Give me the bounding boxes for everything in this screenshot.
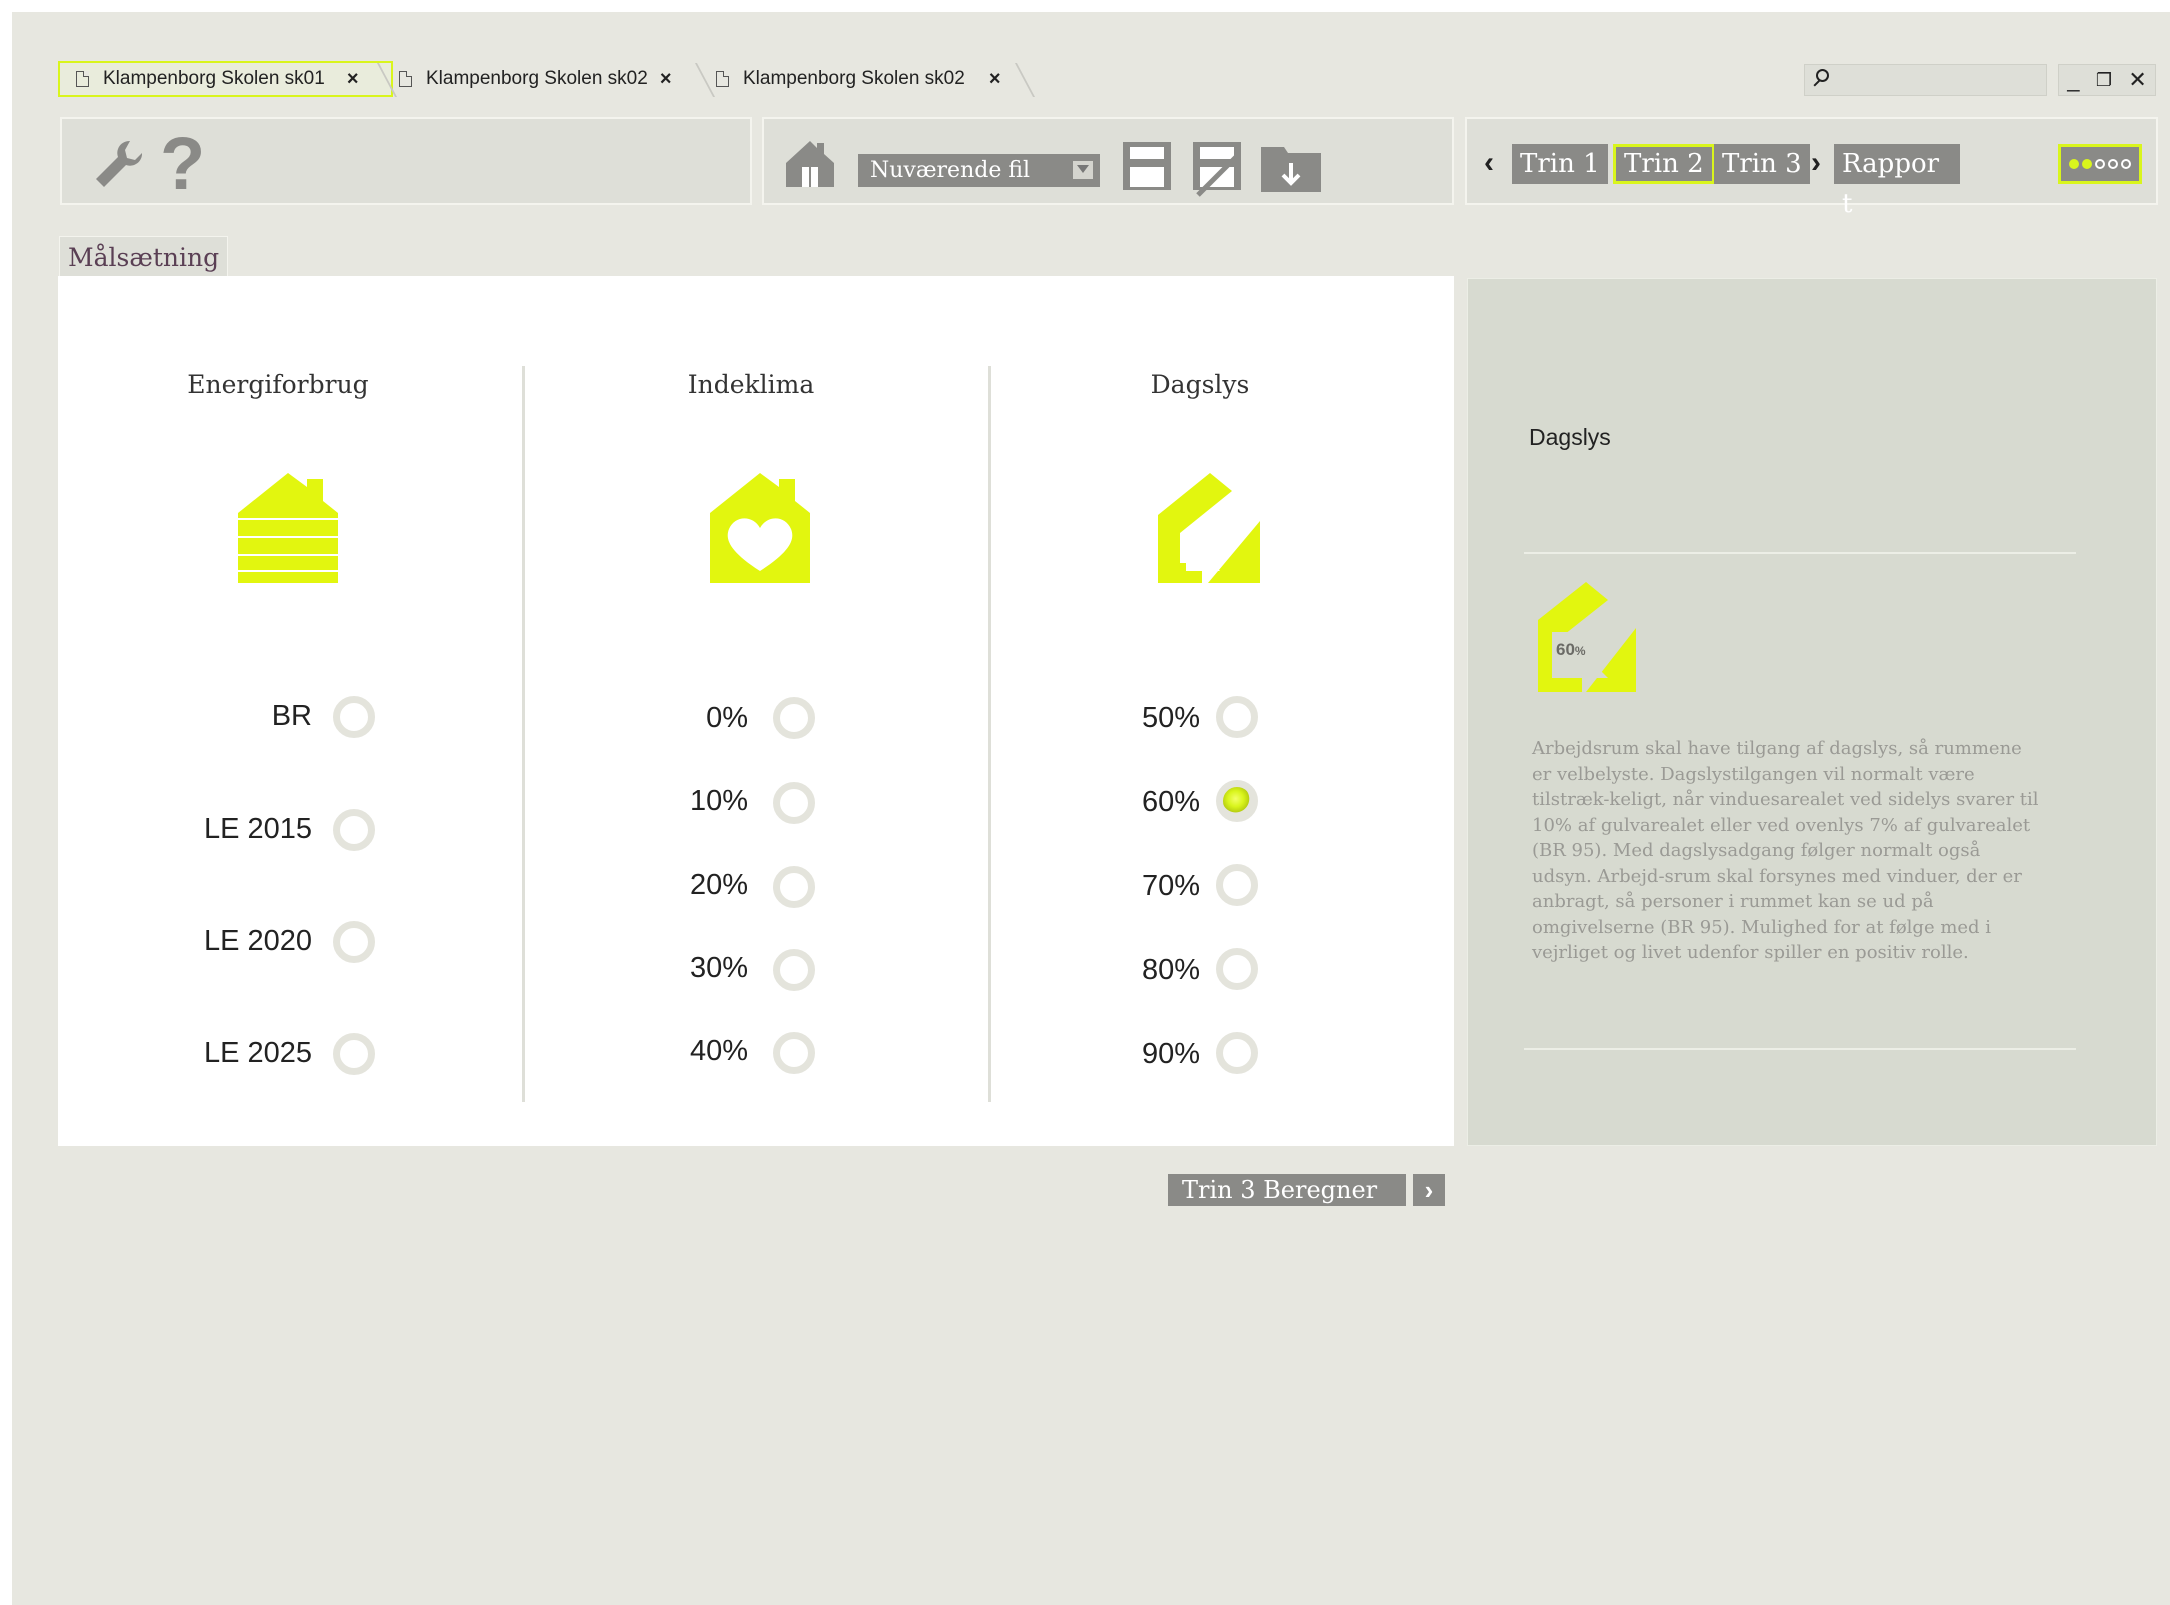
tab-label: Klampenborg Skolen sk02 xyxy=(426,68,648,89)
option-label: 20% xyxy=(689,869,748,901)
house-daylight-icon xyxy=(1538,582,1636,692)
info-side-panel xyxy=(1467,278,2157,1146)
side-panel-title: Dagslys xyxy=(1529,424,1611,450)
option-label: LE 2015 xyxy=(203,813,312,845)
radio-indoor-0[interactable] xyxy=(773,697,815,739)
tab-label: Klampenborg Skolen sk02 xyxy=(743,68,965,89)
radio-energy-br[interactable] xyxy=(333,696,375,738)
house-daylight-icon xyxy=(1158,473,1260,583)
open-folder-icon[interactable] xyxy=(1260,141,1322,193)
progress-dots-button[interactable] xyxy=(2058,144,2142,184)
option-label: BR xyxy=(271,700,312,732)
radio-indoor-40[interactable] xyxy=(773,1032,815,1074)
option-label: 10% xyxy=(689,785,748,817)
option-label: 50% xyxy=(1141,702,1200,734)
document-icon xyxy=(716,71,729,87)
tab-file-2[interactable]: Klampenborg Skolen sk02 × xyxy=(383,61,703,97)
column-divider xyxy=(522,366,525,1102)
option-label: 60% xyxy=(1141,786,1200,818)
radio-daylight-50[interactable] xyxy=(1216,696,1258,738)
chevron-left-icon[interactable]: ‹ xyxy=(1484,146,1494,180)
option-label: LE 2020 xyxy=(203,925,312,957)
radio-energy-le2015[interactable] xyxy=(333,809,375,851)
close-icon[interactable]: × xyxy=(347,68,359,91)
radio-indoor-30[interactable] xyxy=(773,949,815,991)
radio-daylight-80[interactable] xyxy=(1216,948,1258,990)
column-title-indoor: Indeklima xyxy=(687,370,815,399)
house-heart-icon xyxy=(710,473,810,583)
chevron-right-icon[interactable]: › xyxy=(1811,146,1821,180)
step-trin-3[interactable]: Trin 3 xyxy=(1714,144,1810,184)
divider xyxy=(1524,1048,2076,1050)
divider xyxy=(1524,552,2076,554)
option-label: LE 2025 xyxy=(203,1037,312,1069)
column-title-energy: Energiforbrug xyxy=(187,370,369,399)
step3-calculator-button[interactable]: Trin 3 Beregner xyxy=(1168,1174,1406,1206)
minimize-button[interactable]: _ xyxy=(2067,67,2079,93)
search-icon xyxy=(1816,69,1829,82)
close-icon[interactable]: × xyxy=(989,68,1001,91)
chevron-down-icon xyxy=(1072,160,1094,180)
radio-daylight-60[interactable] xyxy=(1216,780,1258,822)
file-select[interactable]: Nuværende fil xyxy=(858,154,1100,187)
tab-file-3[interactable]: Klampenborg Skolen sk02 × xyxy=(700,61,1020,97)
column-divider xyxy=(988,366,991,1102)
percent-badge: 60% xyxy=(1556,640,1586,660)
section-label: Målsætning xyxy=(59,236,229,278)
step-rapport[interactable]: Rappor t xyxy=(1834,144,1960,219)
column-title-daylight: Dagslys xyxy=(1150,370,1250,399)
radio-daylight-90[interactable] xyxy=(1216,1032,1258,1074)
radio-energy-le2020[interactable] xyxy=(333,921,375,963)
option-label: 90% xyxy=(1141,1038,1200,1070)
close-window-button[interactable]: ✕ xyxy=(2128,67,2146,93)
search-input[interactable] xyxy=(1804,64,2047,96)
tab-label: Klampenborg Skolen sk01 xyxy=(103,68,325,89)
chevron-right-icon[interactable]: › xyxy=(1413,1174,1445,1206)
side-panel-description: Arbejdsrum skal have tilgang af dagslys,… xyxy=(1532,738,2039,963)
home-icon[interactable] xyxy=(784,139,836,189)
tab-file-1[interactable]: Klampenborg Skolen sk01 × xyxy=(58,61,393,97)
option-label: 80% xyxy=(1141,954,1200,986)
option-label: 0% xyxy=(706,702,748,734)
radio-energy-le2025[interactable] xyxy=(333,1033,375,1075)
percent-unit: % xyxy=(1574,644,1586,658)
window-controls: _ ❐ ✕ xyxy=(2058,64,2156,96)
save-as-icon[interactable] xyxy=(1192,141,1242,197)
option-label: 40% xyxy=(689,1035,748,1067)
restore-button[interactable]: ❐ xyxy=(2096,70,2112,91)
save-icon[interactable] xyxy=(1122,141,1172,191)
radio-indoor-20[interactable] xyxy=(773,866,815,908)
house-layers-icon xyxy=(237,473,339,583)
radio-daylight-70[interactable] xyxy=(1216,864,1258,906)
radio-indoor-10[interactable] xyxy=(773,782,815,824)
close-icon[interactable]: × xyxy=(660,68,672,91)
help-icon[interactable]: ? xyxy=(160,121,205,206)
option-label: 70% xyxy=(1141,870,1200,902)
file-select-value: Nuværende fil xyxy=(870,158,1031,183)
percent-value: 60 xyxy=(1556,640,1575,659)
wrench-icon[interactable] xyxy=(90,137,146,193)
step-trin-2[interactable]: Trin 2 xyxy=(1613,144,1715,184)
document-icon xyxy=(76,71,89,87)
document-icon xyxy=(399,71,412,87)
tools-panel: ? xyxy=(60,117,752,205)
step-trin-1[interactable]: Trin 1 xyxy=(1512,144,1608,184)
option-label: 30% xyxy=(689,952,748,984)
